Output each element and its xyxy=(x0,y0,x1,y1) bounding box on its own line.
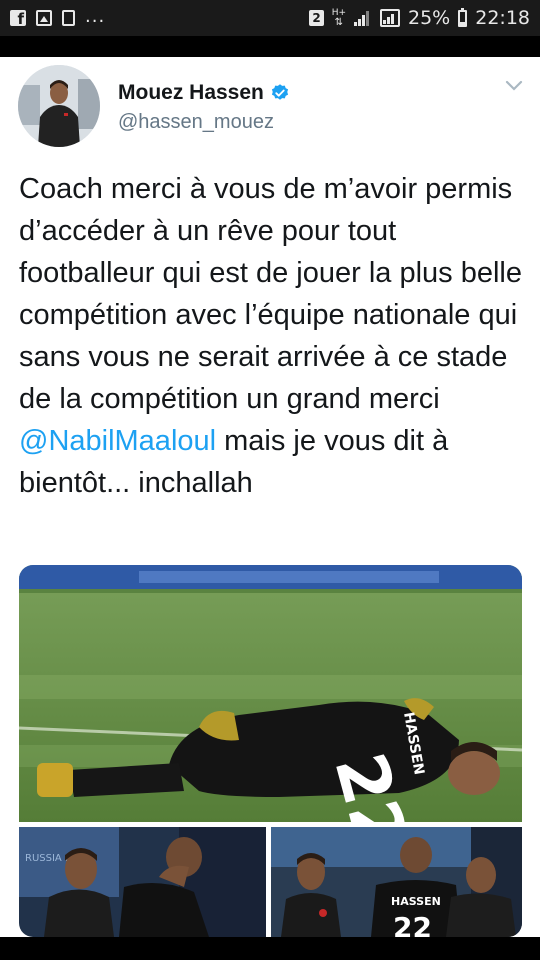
chevron-down-icon[interactable] xyxy=(504,79,524,93)
media-grid: 22 HASSEN RUSSIA 2018 HASSEN 22 xyxy=(19,565,522,937)
status-bar: ... 2 H+⇅ 25% 22:18 xyxy=(0,0,540,36)
display-name[interactable]: Mouez Hassen xyxy=(118,81,290,105)
more-notifications-indicator: ... xyxy=(85,5,106,27)
tweet-card: Mouez Hassen @hassen_mouez Coach merci à… xyxy=(0,57,540,937)
image-notification-icon xyxy=(36,10,52,26)
jersey-name-small: HASSEN xyxy=(391,895,441,908)
battery-percent: 25% xyxy=(408,7,451,29)
signal-strength-2-icon xyxy=(380,9,400,27)
avatar[interactable] xyxy=(18,65,100,147)
network-type-text: H+ xyxy=(331,8,346,18)
user-handle[interactable]: @hassen_mouez xyxy=(118,111,274,134)
clock: 22:18 xyxy=(475,7,530,29)
tweet-text-part-1: Coach merci à vous de m’avoir permis d’a… xyxy=(19,173,522,415)
network-type-icon: H+ ⇅ xyxy=(331,8,346,28)
facebook-notification-icon xyxy=(10,10,26,28)
media-photo-bottom-left[interactable]: RUSSIA 2018 xyxy=(19,827,266,937)
display-name-text: Mouez Hassen xyxy=(118,81,264,104)
media-photo-bottom-right[interactable]: HASSEN 22 xyxy=(271,827,522,937)
document-notification-icon xyxy=(62,10,75,26)
avatar-image xyxy=(18,65,100,147)
battery-icon xyxy=(458,7,468,27)
sim-badge: 2 xyxy=(309,10,324,26)
signal-strength-icon xyxy=(354,10,372,26)
verified-badge-icon xyxy=(271,84,288,100)
tweet-text: Coach merci à vous de m’avoir permis d’a… xyxy=(19,168,524,504)
media-photo-main[interactable]: 22 HASSEN xyxy=(19,565,522,822)
mention-link[interactable]: @NabilMaaloul xyxy=(19,425,216,457)
jersey-number-small: 22 xyxy=(393,911,432,937)
